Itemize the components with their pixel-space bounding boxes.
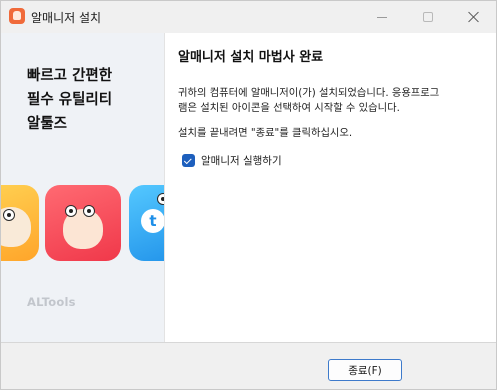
maximize-icon xyxy=(423,12,433,22)
minimize-button[interactable] xyxy=(359,1,405,33)
button-bar: 종료(F) xyxy=(1,342,496,389)
finish-button[interactable]: 종료(F) xyxy=(328,359,402,381)
red-mascot-card xyxy=(45,185,121,261)
mascot-eye-icon xyxy=(157,193,164,205)
description-line: 램은 설치된 아이콘을 선택하여 시작할 수 있습니다. xyxy=(178,101,400,114)
launch-checkbox-label[interactable]: 알매니저 실행하기 xyxy=(201,153,282,168)
slogan: 빠르고 간편한 필수 유틸리티 알툴즈 xyxy=(27,64,112,136)
page-title: 알매니저 설치 마법사 완료 xyxy=(178,50,324,65)
mascot-eye-icon xyxy=(83,205,95,217)
blue-mascot-card: t xyxy=(129,185,164,261)
checkmark-icon xyxy=(183,155,192,164)
title-bar[interactable]: 알매니저 설치 xyxy=(1,1,496,33)
slogan-line: 알툴즈 xyxy=(27,116,68,132)
yellow-mascot-card xyxy=(1,185,39,261)
installer-window: 알매니저 설치 빠르고 간편한 필수 유틸리티 알툴즈 t ALTools 알매… xyxy=(0,0,497,390)
mascot-eye-icon xyxy=(3,209,15,221)
almanager-app-icon xyxy=(9,8,25,24)
window-title: 알매니저 설치 xyxy=(31,11,102,25)
completion-description: 귀하의 컴퓨터에 알매니저이(가) 설치되었습니다. 응용프로그 램은 설치된 … xyxy=(178,86,490,115)
maximize-button[interactable] xyxy=(405,1,451,33)
altools-brand: ALTools xyxy=(27,295,76,309)
completion-panel: 알매니저 설치 마법사 완료 귀하의 컴퓨터에 알매니저이(가) 설치되었습니다… xyxy=(164,33,496,342)
minimize-icon xyxy=(377,16,387,18)
slogan-line: 필수 유틸리티 xyxy=(27,92,113,108)
close-icon xyxy=(468,11,480,23)
mascot-eye-icon xyxy=(65,205,77,217)
finish-hint: 설치를 끝내려면 "종료"를 클릭하십시오. xyxy=(178,127,353,139)
launch-checkbox[interactable] xyxy=(182,154,195,167)
installer-banner-panel: 빠르고 간편한 필수 유틸리티 알툴즈 t ALTools xyxy=(1,33,164,342)
slogan-line: 빠르고 간편한 xyxy=(27,68,113,84)
blue-app-icon: t xyxy=(141,209,164,233)
launch-checkbox-row[interactable]: 알매니저 실행하기 xyxy=(182,153,282,168)
close-window-button[interactable] xyxy=(451,1,497,33)
description-line: 귀하의 컴퓨터에 알매니저이(가) 설치되었습니다. 응용프로그 xyxy=(178,87,440,99)
